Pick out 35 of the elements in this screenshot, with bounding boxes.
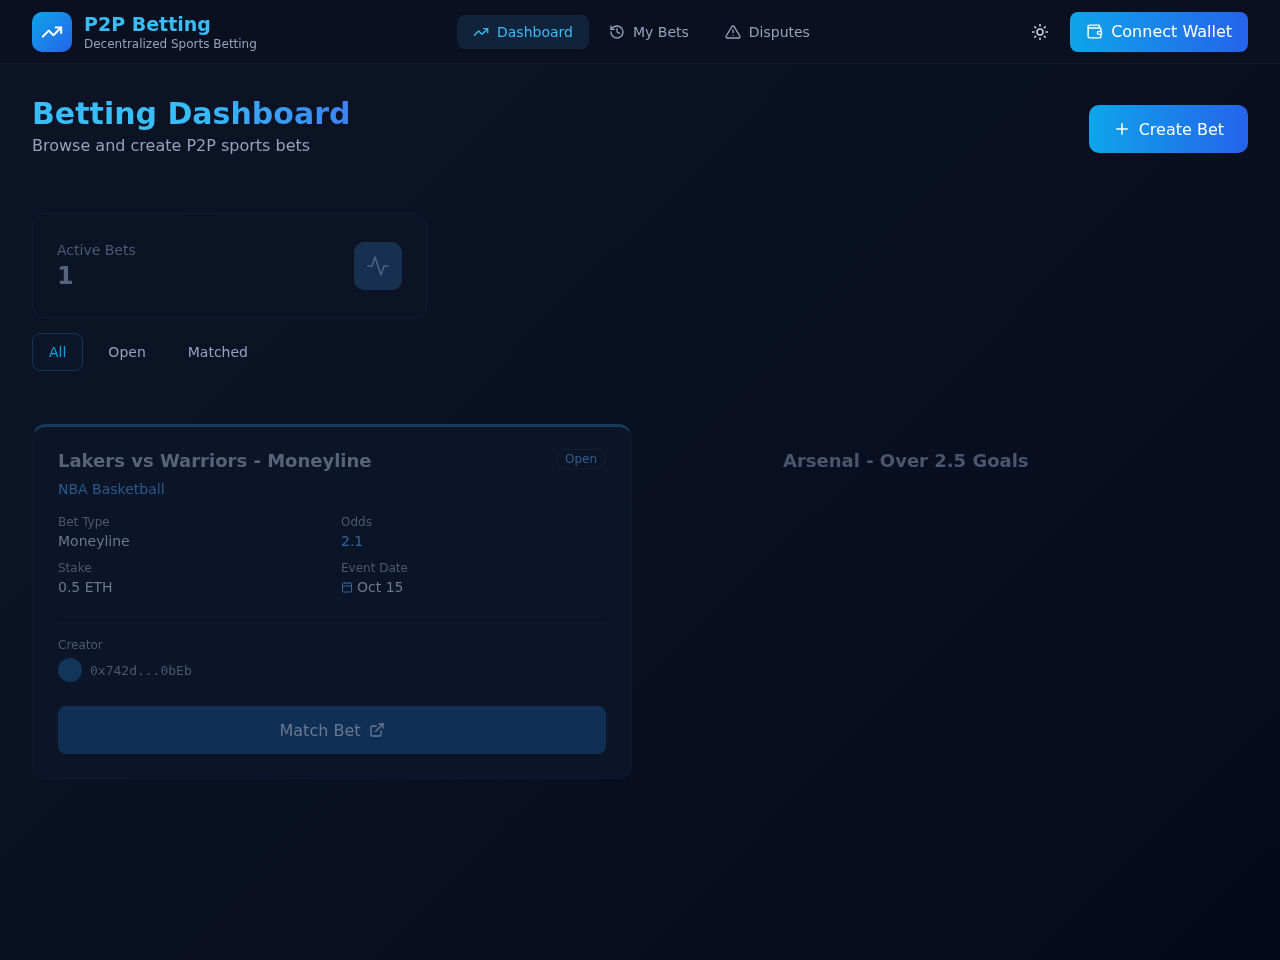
wallet-icon	[1086, 23, 1104, 40]
page-subtitle: Browse and create P2P sports bets	[32, 136, 312, 155]
field-label: Stake	[58, 561, 93, 575]
field-value: 0.5 ETH	[58, 579, 114, 595]
field-label: Odds	[341, 515, 373, 529]
field-value: Moneyline	[58, 533, 131, 549]
calendar-icon	[341, 581, 353, 593]
sun-icon	[1031, 22, 1050, 41]
trending-up-logo-icon	[32, 11, 72, 52]
create-bet-button[interactable]: Create Bet	[1088, 105, 1248, 153]
history-icon	[608, 23, 625, 40]
field-label: Event Date	[341, 561, 409, 575]
activity-icon	[354, 241, 402, 290]
wallet-address: 0x742d...0bEb	[90, 662, 192, 678]
app-title: P2P Betting	[84, 11, 212, 36]
nav-tab[interactable]: Disputes	[708, 14, 826, 49]
nav-tab[interactable]: My Bets	[592, 14, 705, 49]
event-date: Oct 15	[357, 579, 404, 595]
league-name: NBA Basketball	[58, 481, 166, 497]
filter-tab[interactable]: Matched	[170, 333, 265, 371]
nav-tab[interactable]: Dashboard	[457, 14, 589, 49]
filter-tab[interactable]: All	[32, 333, 84, 371]
field-label: Bet Type	[58, 515, 111, 529]
bet-title: Arsenal - Over 2.5 Goals	[783, 450, 1029, 471]
warning-icon	[724, 23, 741, 40]
stat-label: Active Bets	[57, 241, 136, 258]
filter-tab[interactable]: Open	[91, 333, 163, 371]
bet-title: Lakers vs Warriors - Moneyline	[58, 449, 372, 473]
avatar-icon	[58, 658, 82, 682]
stat-value: 1	[57, 261, 75, 290]
external-link-icon	[368, 722, 385, 738]
odds-value: 2.1	[341, 533, 365, 549]
connect-wallet-button[interactable]: Connect Wallet	[1070, 11, 1248, 52]
app-tagline: Decentralized Sports Betting	[84, 35, 257, 52]
creator-label: Creator	[58, 638, 104, 652]
